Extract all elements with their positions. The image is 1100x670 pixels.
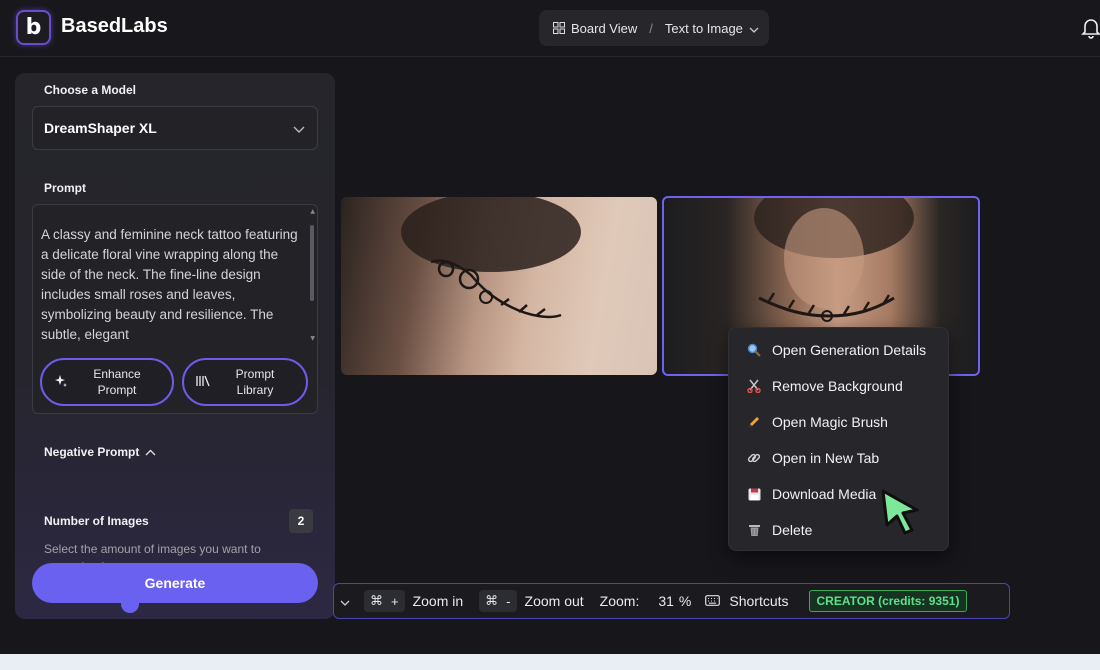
shortcuts-label: Shortcuts bbox=[729, 593, 789, 609]
zoom-in-label[interactable]: Zoom in bbox=[413, 593, 464, 609]
zoom-level: Zoom: 31 % bbox=[600, 593, 706, 609]
num-images-label: Number of Images bbox=[44, 514, 149, 528]
credits-badge[interactable]: CREATOR (credits: 9351) bbox=[808, 590, 968, 612]
menu-item-label: Delete bbox=[772, 522, 813, 538]
num-images-value: 2 bbox=[289, 509, 313, 533]
prompt-scrollbar[interactable] bbox=[310, 225, 314, 301]
board-view-label[interactable]: Board View bbox=[571, 21, 637, 36]
library-books-icon bbox=[196, 375, 210, 390]
zoom-out-control[interactable]: ⌘ - Zoom out bbox=[479, 590, 599, 612]
enhance-prompt-label: Enhance Prompt bbox=[93, 367, 141, 397]
menu-item-label: Remove Background bbox=[772, 378, 903, 394]
scroll-down-arrow-icon[interactable]: ▼ bbox=[310, 335, 315, 342]
minus-key: - bbox=[506, 593, 511, 609]
zoom-label: Zoom: bbox=[599, 593, 640, 609]
link-icon bbox=[746, 450, 762, 466]
menu-open-in-new-tab[interactable]: Open in New Tab bbox=[729, 440, 950, 476]
chevron-up-icon bbox=[145, 445, 156, 459]
floppy-disk-icon bbox=[746, 486, 762, 502]
magnifier-icon bbox=[746, 342, 762, 358]
shortcuts-button[interactable]: Shortcuts bbox=[705, 593, 789, 609]
trash-icon bbox=[746, 522, 762, 538]
bell-icon[interactable] bbox=[1080, 17, 1100, 39]
menu-item-label: Open Magic Brush bbox=[772, 414, 888, 430]
sparkle-icon bbox=[54, 374, 68, 391]
logo-icon[interactable]: b bbox=[16, 10, 51, 45]
mode-label[interactable]: Text to Image bbox=[665, 21, 743, 36]
top-header: b BasedLabs Board View / Text to Image bbox=[0, 0, 1100, 57]
prompt-text[interactable]: A classy and feminine neck tattoo featur… bbox=[41, 225, 303, 343]
plus-key: + bbox=[391, 593, 399, 609]
zoom-in-control[interactable]: ⌘ + Zoom in bbox=[364, 590, 479, 612]
logo-letter: b bbox=[25, 15, 42, 40]
model-select[interactable]: DreamShaper XL bbox=[32, 106, 318, 150]
zoom-value[interactable]: 31 bbox=[658, 593, 674, 609]
prompt-label: Prompt bbox=[44, 181, 86, 195]
chevron-down-icon bbox=[749, 21, 759, 36]
os-taskbar bbox=[0, 654, 1100, 670]
menu-item-label: Open in New Tab bbox=[772, 450, 880, 466]
menu-item-label: Download Media bbox=[772, 486, 877, 502]
prompt-textarea[interactable]: A classy and feminine neck tattoo featur… bbox=[32, 204, 318, 414]
zoom-out-shortcut: ⌘ - bbox=[479, 590, 517, 612]
app-name[interactable]: BasedLabs bbox=[61, 15, 168, 38]
prompt-library-label: Prompt Library bbox=[235, 367, 275, 397]
keyboard-icon bbox=[705, 593, 721, 609]
negative-prompt-label: Negative Prompt bbox=[44, 445, 140, 459]
menu-item-label: Open Generation Details bbox=[772, 342, 927, 358]
negative-prompt-toggle[interactable]: Negative Prompt bbox=[44, 445, 156, 459]
zoom-in-shortcut: ⌘ + bbox=[364, 590, 405, 612]
generated-image-1[interactable] bbox=[341, 197, 657, 375]
command-key: ⌘ bbox=[370, 593, 383, 609]
zoom-unit: % bbox=[678, 593, 692, 609]
prompt-library-button[interactable]: Prompt Library bbox=[182, 358, 308, 406]
mouse-pointer-icon bbox=[879, 488, 925, 541]
grid-icon bbox=[553, 22, 565, 34]
command-key: ⌘ bbox=[485, 593, 499, 609]
menu-open-generation-details[interactable]: Open Generation Details bbox=[729, 332, 950, 368]
canvas-toolbar: ⌘ + Zoom in ⌘ - Zoom out Zoom: 31 % Shor… bbox=[333, 583, 1010, 619]
chevron-down-icon[interactable] bbox=[340, 593, 350, 609]
generate-button[interactable]: Generate bbox=[32, 563, 318, 603]
menu-remove-background[interactable]: Remove Background bbox=[729, 368, 950, 404]
chevron-down-icon bbox=[293, 121, 305, 137]
choose-model-label: Choose a Model bbox=[44, 83, 137, 97]
menu-open-magic-brush[interactable]: Open Magic Brush bbox=[729, 404, 950, 440]
tattoo-artwork-icon bbox=[401, 197, 581, 319]
scroll-up-arrow-icon[interactable]: ▲ bbox=[310, 208, 315, 215]
zoom-out-label[interactable]: Zoom out bbox=[525, 593, 584, 609]
scissors-icon bbox=[746, 378, 762, 394]
num-images-description: Select the amount of images you want to … bbox=[44, 542, 261, 563]
pencil-icon bbox=[746, 414, 762, 430]
generation-settings-panel: Choose a Model DreamShaper XL Prompt A c… bbox=[15, 73, 335, 619]
model-value: DreamShaper XL bbox=[44, 120, 157, 136]
breadcrumb-separator: / bbox=[649, 20, 653, 36]
view-switcher[interactable]: Board View / Text to Image bbox=[539, 10, 769, 46]
enhance-prompt-button[interactable]: Enhance Prompt bbox=[40, 358, 174, 406]
